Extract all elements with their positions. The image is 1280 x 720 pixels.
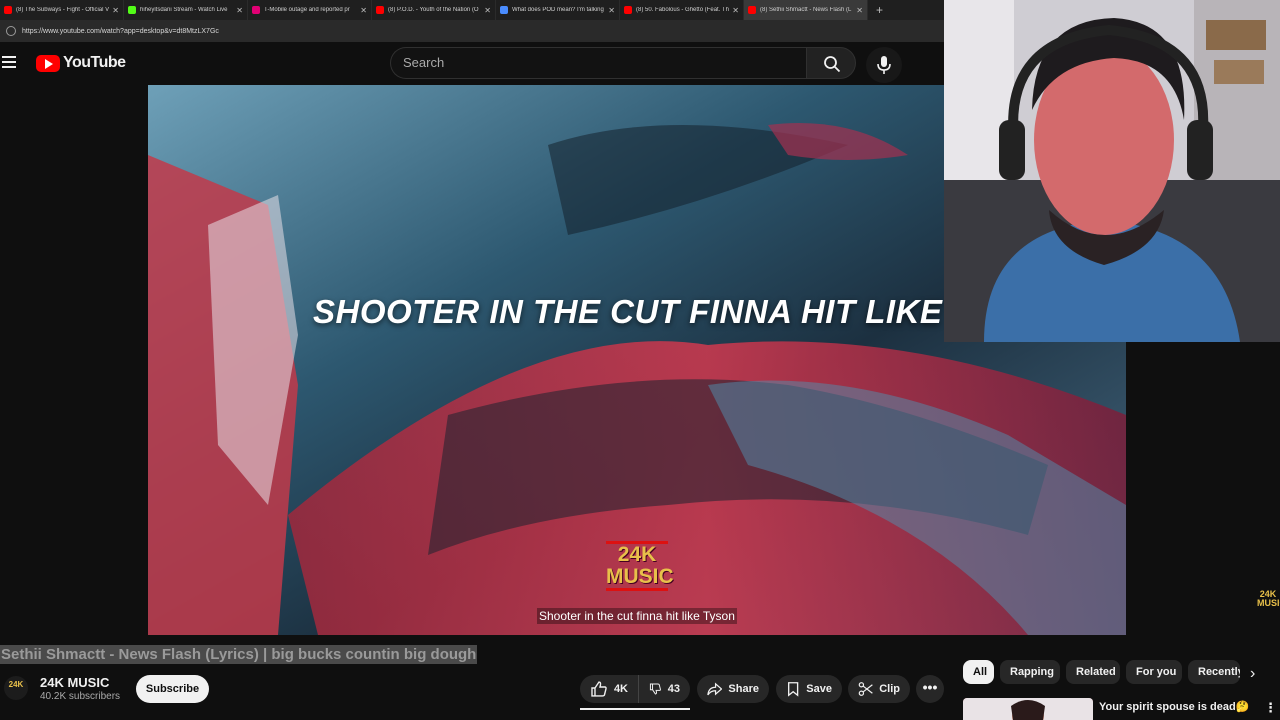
watermark-line-1: 24K xyxy=(617,543,657,566)
tab-title: (8) P.O.D. - Youth of the Nation (O xyxy=(388,7,479,13)
browser-tab[interactable]: (8) The Subways - Fight - Official V ✕ xyxy=(0,0,124,20)
share-label: Share xyxy=(728,683,759,695)
new-tab-button[interactable]: + xyxy=(876,3,883,17)
share-icon xyxy=(707,682,723,696)
share-button[interactable]: Share xyxy=(697,675,769,703)
chip-for-you[interactable]: For you xyxy=(1126,660,1182,684)
browser-tab[interactable]: hiheyitsdani Stream - Watch Live ✕ xyxy=(124,0,248,20)
branding-watermark[interactable]: 24K MUSIC xyxy=(1257,590,1280,608)
thumbs-up-icon xyxy=(591,681,607,697)
chip-related[interactable]: Related xyxy=(1066,660,1120,684)
tab-favicon-icon xyxy=(4,6,12,14)
thumbnail-image xyxy=(963,698,1093,720)
subscribe-button[interactable]: Subscribe xyxy=(136,675,209,703)
dislike-count: 43 xyxy=(667,683,680,695)
tab-favicon-icon xyxy=(500,6,508,14)
bookmark-icon xyxy=(788,682,799,697)
tab-favicon-icon xyxy=(128,6,136,14)
branding-watermark-line-2: MUSIC xyxy=(1257,598,1280,608)
tab-close-icon[interactable]: ✕ xyxy=(856,6,863,15)
browser-tab[interactable]: T-Mobile outage and reported pr ✕ xyxy=(248,0,372,20)
channel-avatar-text: 24K xyxy=(8,680,24,689)
tab-favicon-icon xyxy=(376,6,384,14)
tab-favicon-icon xyxy=(252,6,260,14)
recommended-video-thumbnail[interactable] xyxy=(963,698,1093,720)
like-count: 4K xyxy=(613,683,628,695)
tab-title: (8) 50. Fabolous - Ghetto (Feat. Th xyxy=(636,7,729,13)
webcam-image xyxy=(944,0,1280,342)
browser-tab[interactable]: What does POD mean? I'm talking ✕ xyxy=(496,0,620,20)
tab-close-icon[interactable]: ✕ xyxy=(360,6,367,15)
search-icon xyxy=(824,56,841,73)
channel-name[interactable]: 24K MUSIC xyxy=(40,675,109,690)
tab-favicon-icon xyxy=(624,6,632,14)
browser-tab-active[interactable]: (8) Sethii Shmactt - News Flash (L ✕ xyxy=(744,0,868,20)
logo-text: YouTube xyxy=(63,54,126,71)
browser-tab[interactable]: (8) 50. Fabolous - Ghetto (Feat. Th ✕ xyxy=(620,0,744,20)
video-title: Sethii Shmactt - News Flash (Lyrics) | b… xyxy=(0,645,478,664)
thumbs-down-icon xyxy=(649,683,661,695)
dislike-button[interactable]: 43 xyxy=(638,675,690,703)
url-text[interactable]: https://www.youtube.com/watch?app=deskto… xyxy=(22,28,219,35)
youtube-logo[interactable]: YouTube xyxy=(36,54,126,72)
more-options-icon[interactable]: ⋮ xyxy=(1264,700,1277,716)
tab-close-icon[interactable]: ✕ xyxy=(236,6,243,15)
watermark-line-2: MUSIC xyxy=(606,565,674,588)
tab-title: T-Mobile outage and reported pr xyxy=(264,7,350,13)
closed-caption-text: Shooter in the cut finna hit like Tyson xyxy=(537,608,737,624)
chip-recently-uploaded[interactable]: Recently uploaded xyxy=(1188,660,1240,684)
tab-close-icon[interactable]: ✕ xyxy=(608,6,615,15)
subscriber-count: 40.2K subscribers xyxy=(40,691,121,702)
channel-watermark-logo: 24K MUSIC xyxy=(606,541,674,603)
scissors-icon xyxy=(858,682,873,696)
tab-favicon-icon xyxy=(748,6,756,14)
search-button[interactable] xyxy=(806,47,856,79)
youtube-play-icon xyxy=(36,54,60,72)
more-actions-button[interactable]: ••• xyxy=(916,675,944,703)
voice-search-button[interactable] xyxy=(866,47,902,83)
hamburger-menu-icon[interactable] xyxy=(2,56,16,68)
chip-rapping[interactable]: Rapping xyxy=(1000,660,1060,684)
clip-label: Clip xyxy=(879,683,900,695)
address-bar[interactable]: https://www.youtube.com/watch?app=deskto… xyxy=(0,20,944,42)
save-button[interactable]: Save xyxy=(776,675,842,703)
tab-title: (8) Sethii Shmactt - News Flash (L xyxy=(760,7,852,13)
streamer-webcam-overlay xyxy=(944,0,1280,342)
tab-close-icon[interactable]: ✕ xyxy=(484,6,491,15)
recommended-video-title[interactable]: Your spirit spouse is dead🤔 xyxy=(1099,700,1249,713)
site-info-icon[interactable] xyxy=(6,26,16,36)
browser-tab[interactable]: (8) P.O.D. - Youth of the Nation (O ✕ xyxy=(372,0,496,20)
tab-close-icon[interactable]: ✕ xyxy=(112,6,119,15)
clip-button[interactable]: Clip xyxy=(848,675,910,703)
search-input[interactable]: Search xyxy=(390,47,806,79)
like-ratio-bar xyxy=(580,708,690,710)
chip-all[interactable]: All xyxy=(963,660,994,684)
tab-title: What does POD mean? I'm talking xyxy=(512,7,604,13)
save-label: Save xyxy=(806,683,832,695)
youtube-header: YouTube Search xyxy=(0,42,944,85)
like-button[interactable]: 4K xyxy=(580,675,638,703)
browser-tab-strip: (8) The Subways - Fight - Official V ✕ hi… xyxy=(0,0,944,20)
tab-title: hiheyitsdani Stream - Watch Live xyxy=(140,7,228,13)
chevron-right-icon[interactable]: › xyxy=(1250,665,1255,683)
microphone-icon xyxy=(877,56,891,74)
tab-close-icon[interactable]: ✕ xyxy=(732,6,739,15)
tab-title: (8) The Subways - Fight - Official V xyxy=(16,7,110,13)
channel-avatar[interactable]: 24K xyxy=(4,676,28,700)
